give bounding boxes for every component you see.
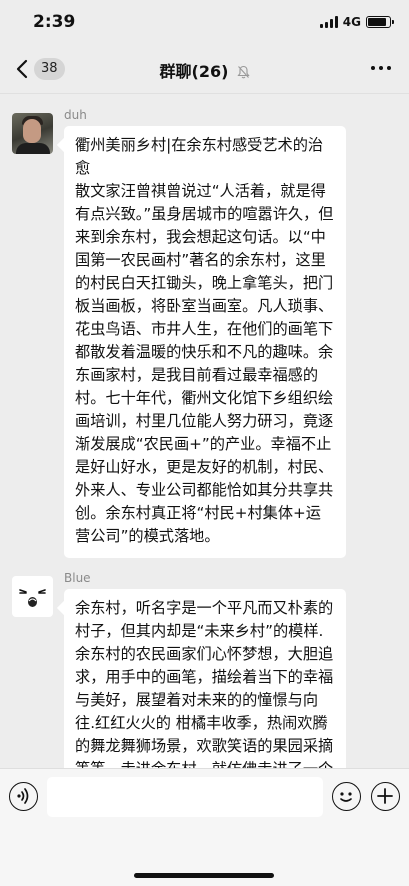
home-indicator	[134, 873, 274, 878]
network-type: 4G	[342, 15, 361, 29]
more-dots-icon[interactable]	[371, 66, 391, 70]
battery-level	[368, 18, 386, 26]
chat-title: 群聊(26)	[159, 62, 229, 81]
voice-icon	[17, 788, 29, 804]
plus-button[interactable]	[371, 782, 400, 811]
status-bar: 2:39 4G	[0, 0, 409, 44]
signal-icon	[319, 16, 338, 28]
emoji-button[interactable]	[332, 782, 361, 811]
message-bubble[interactable]: 衢州美丽乡村|在余东村感受艺术的治愈 散文家汪曾祺曾说过“人活着，就是得有点兴致…	[64, 126, 346, 558]
message-bubble[interactable]: 余东村，听名字是一个平凡而又朴素的村子，但其内却是“未来乡村”的模样.余东村的农…	[64, 589, 346, 768]
battery-icon	[366, 16, 394, 28]
photo-avatar[interactable]	[12, 113, 53, 154]
voice-button[interactable]	[9, 782, 38, 811]
input-bar	[0, 768, 409, 886]
message-input[interactable]	[47, 777, 323, 817]
chat-area[interactable]: duh 衢州美丽乡村|在余东村感受艺术的治愈 散文家汪曾祺曾说过“人活着，就是得…	[0, 95, 409, 768]
sender-name: duh	[64, 108, 87, 122]
bell-slash-icon	[236, 65, 250, 79]
nav-bar: 38 群聊(26)	[0, 44, 409, 94]
nav-title-group: 群聊(26)	[0, 58, 409, 82]
sender-name: Blue	[64, 571, 91, 585]
status-indicators: 4G	[319, 15, 394, 29]
plus-icon	[377, 788, 393, 804]
status-time: 2:39	[33, 12, 76, 32]
emoji-icon	[340, 792, 352, 802]
cartoon-avatar[interactable]	[12, 576, 53, 617]
